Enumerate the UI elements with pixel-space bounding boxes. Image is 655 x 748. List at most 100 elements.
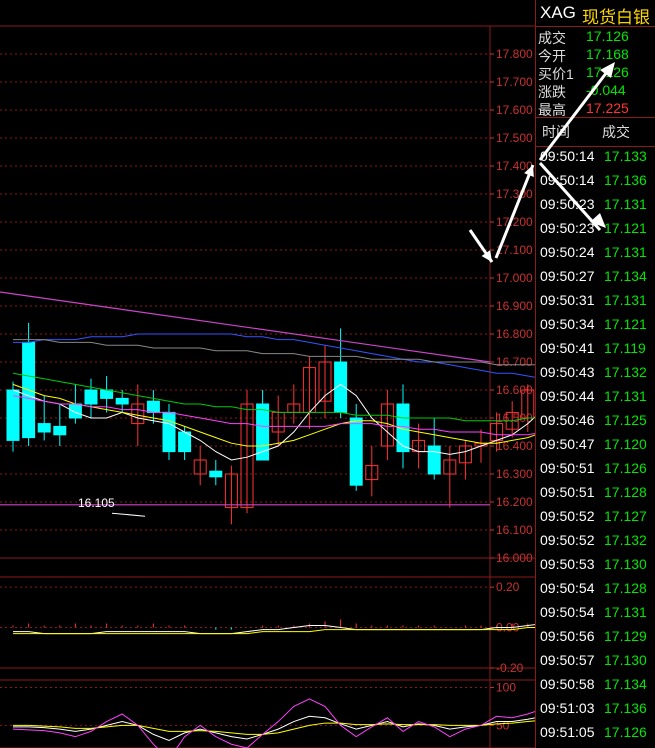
tick-price: 17.125: [604, 412, 647, 428]
symbol-name: 现货白银: [582, 8, 650, 27]
candle-body: [349, 417, 363, 486]
tick-time: 09:50:57: [540, 652, 595, 668]
y-tick-label: -0.20: [496, 661, 524, 675]
tick-price: 17.128: [604, 484, 647, 500]
tick-row: 09:50:34 17.121: [536, 313, 655, 337]
candle-body: [6, 389, 20, 441]
tick-row: 09:50:43 17.132: [536, 361, 655, 385]
tick-price: 17.132: [604, 532, 647, 548]
y-tick-label: 50: [496, 718, 510, 732]
ticks-header-time: 时间: [542, 124, 570, 140]
tick-row: 09:50:47 17.120: [536, 433, 655, 457]
ticks-header-price: 成交: [602, 124, 630, 140]
tick-time: 09:50:51: [540, 460, 595, 476]
y-tick-label: 16.100: [496, 523, 533, 537]
tick-price: 17.133: [604, 148, 647, 164]
tick-time: 09:50:14: [540, 172, 595, 188]
tick-row: 09:50:52 17.127: [536, 505, 655, 529]
tick-price: 17.128: [604, 580, 647, 596]
candle-body: [209, 470, 223, 478]
tick-row: 09:51:05 17.126: [536, 721, 655, 745]
candle-body: [162, 411, 176, 453]
candle-body: [84, 389, 98, 405]
y-tick-label: 17.800: [496, 47, 533, 61]
quote-value: 17.126: [586, 64, 629, 80]
candle-body: [68, 403, 82, 419]
tick-time: 09:50:51: [540, 484, 595, 500]
annotation-leader: [111, 512, 146, 517]
tick-time: 09:50:34: [540, 316, 595, 332]
quote-value: 17.225: [586, 100, 629, 116]
tick-price: 17.131: [604, 244, 647, 260]
tick-time: 09:50:52: [540, 508, 595, 524]
y-tick-label: 17.600: [496, 103, 533, 117]
tick-time: 09:50:44: [540, 388, 595, 404]
tick-time: 09:50:52: [540, 532, 595, 548]
tick-time: 09:51:05: [540, 724, 595, 740]
tick-row: 09:50:56 17.129: [536, 625, 655, 649]
tick-row: 09:50:41 17.119: [536, 337, 655, 361]
quote-value: 17.168: [586, 46, 629, 62]
y-tick-label: 16.000: [496, 551, 533, 565]
tick-row: 09:50:46 17.125: [536, 409, 655, 433]
tick-price: 17.127: [604, 508, 647, 524]
tick-row: 09:50:31 17.131: [536, 289, 655, 313]
tick-price: 17.121: [604, 220, 647, 236]
quote-row: 买价1 17.126: [536, 63, 655, 82]
chart-area: 17.80017.70017.60017.50017.40017.30017.2…: [0, 25, 535, 748]
quote-value: 17.126: [586, 28, 629, 44]
y-tick-label: 17.200: [496, 215, 533, 229]
kdj-line: [12, 698, 535, 748]
tick-price: 17.134: [604, 268, 647, 284]
tick-price: 17.126: [604, 724, 647, 740]
y-tick-label: 16.200: [496, 495, 533, 509]
tick-price: 17.126: [604, 460, 647, 476]
tick-price: 17.131: [604, 292, 647, 308]
candle-body: [53, 425, 67, 436]
candle-body: [146, 400, 160, 413]
tick-price: 17.129: [604, 628, 647, 644]
trend-line: [0, 291, 491, 363]
candle-body: [115, 397, 129, 405]
tick-price: 17.134: [604, 676, 647, 692]
y-tick-label: 17.500: [496, 131, 533, 145]
y-tick-label: 16.400: [496, 439, 533, 453]
tick-time: 09:50:53: [540, 556, 595, 572]
tick-row: 09:50:52 17.132: [536, 529, 655, 553]
tick-row: 09:51:03 17.136: [536, 697, 655, 721]
quote-row: 成交 17.126: [536, 27, 655, 46]
y-tick-label: 17.000: [496, 271, 533, 285]
tick-price: 17.131: [604, 196, 647, 212]
tick-time: 09:50:23: [540, 196, 595, 212]
y-tick-label: 100: [496, 681, 516, 695]
tick-time: 09:50:58: [540, 676, 595, 692]
tick-time: 09:50:27: [540, 268, 595, 284]
tick-time: 09:50:47: [540, 436, 595, 452]
symbol-code: XAG: [540, 3, 576, 22]
tick-price: 17.119: [604, 340, 646, 356]
tick-row: 09:50:14 17.133: [536, 145, 655, 169]
y-tick-label: 16.900: [496, 299, 533, 313]
quote-value: -0.044: [586, 82, 626, 98]
tick-row: 09:50:23 17.131: [536, 193, 655, 217]
tick-price: 17.120: [604, 436, 647, 452]
macd-line: [13, 627, 535, 635]
quote-row: 涨跌 -0.044: [536, 81, 655, 100]
tick-row: 09:50:27 17.134: [536, 265, 655, 289]
tick-row: 09:50:54 17.131: [536, 601, 655, 625]
y-tick-label: 17.700: [496, 75, 533, 89]
quote-panel: XAG 现货白银 成交 17.126 今开 17.168 买价1 17.126 涨跌 -0.0…: [535, 0, 655, 748]
tick-price: 17.136: [604, 700, 647, 716]
candle-body: [37, 423, 51, 433]
y-tick-label: 16.800: [496, 327, 533, 341]
tick-price: 17.130: [604, 652, 647, 668]
candle-body: [427, 445, 441, 475]
tick-time: 09:50:24: [540, 244, 595, 260]
tick-time: 09:50:54: [540, 604, 595, 620]
tick-time: 09:50:23: [540, 220, 595, 236]
tick-row: 09:50:51 17.128: [536, 481, 655, 505]
ticks-header: 时间 成交: [536, 117, 655, 147]
tick-time: 09:50:43: [540, 364, 595, 380]
symbol-header: XAG 现货白银: [536, 0, 655, 27]
tick-price: 17.132: [604, 364, 647, 380]
